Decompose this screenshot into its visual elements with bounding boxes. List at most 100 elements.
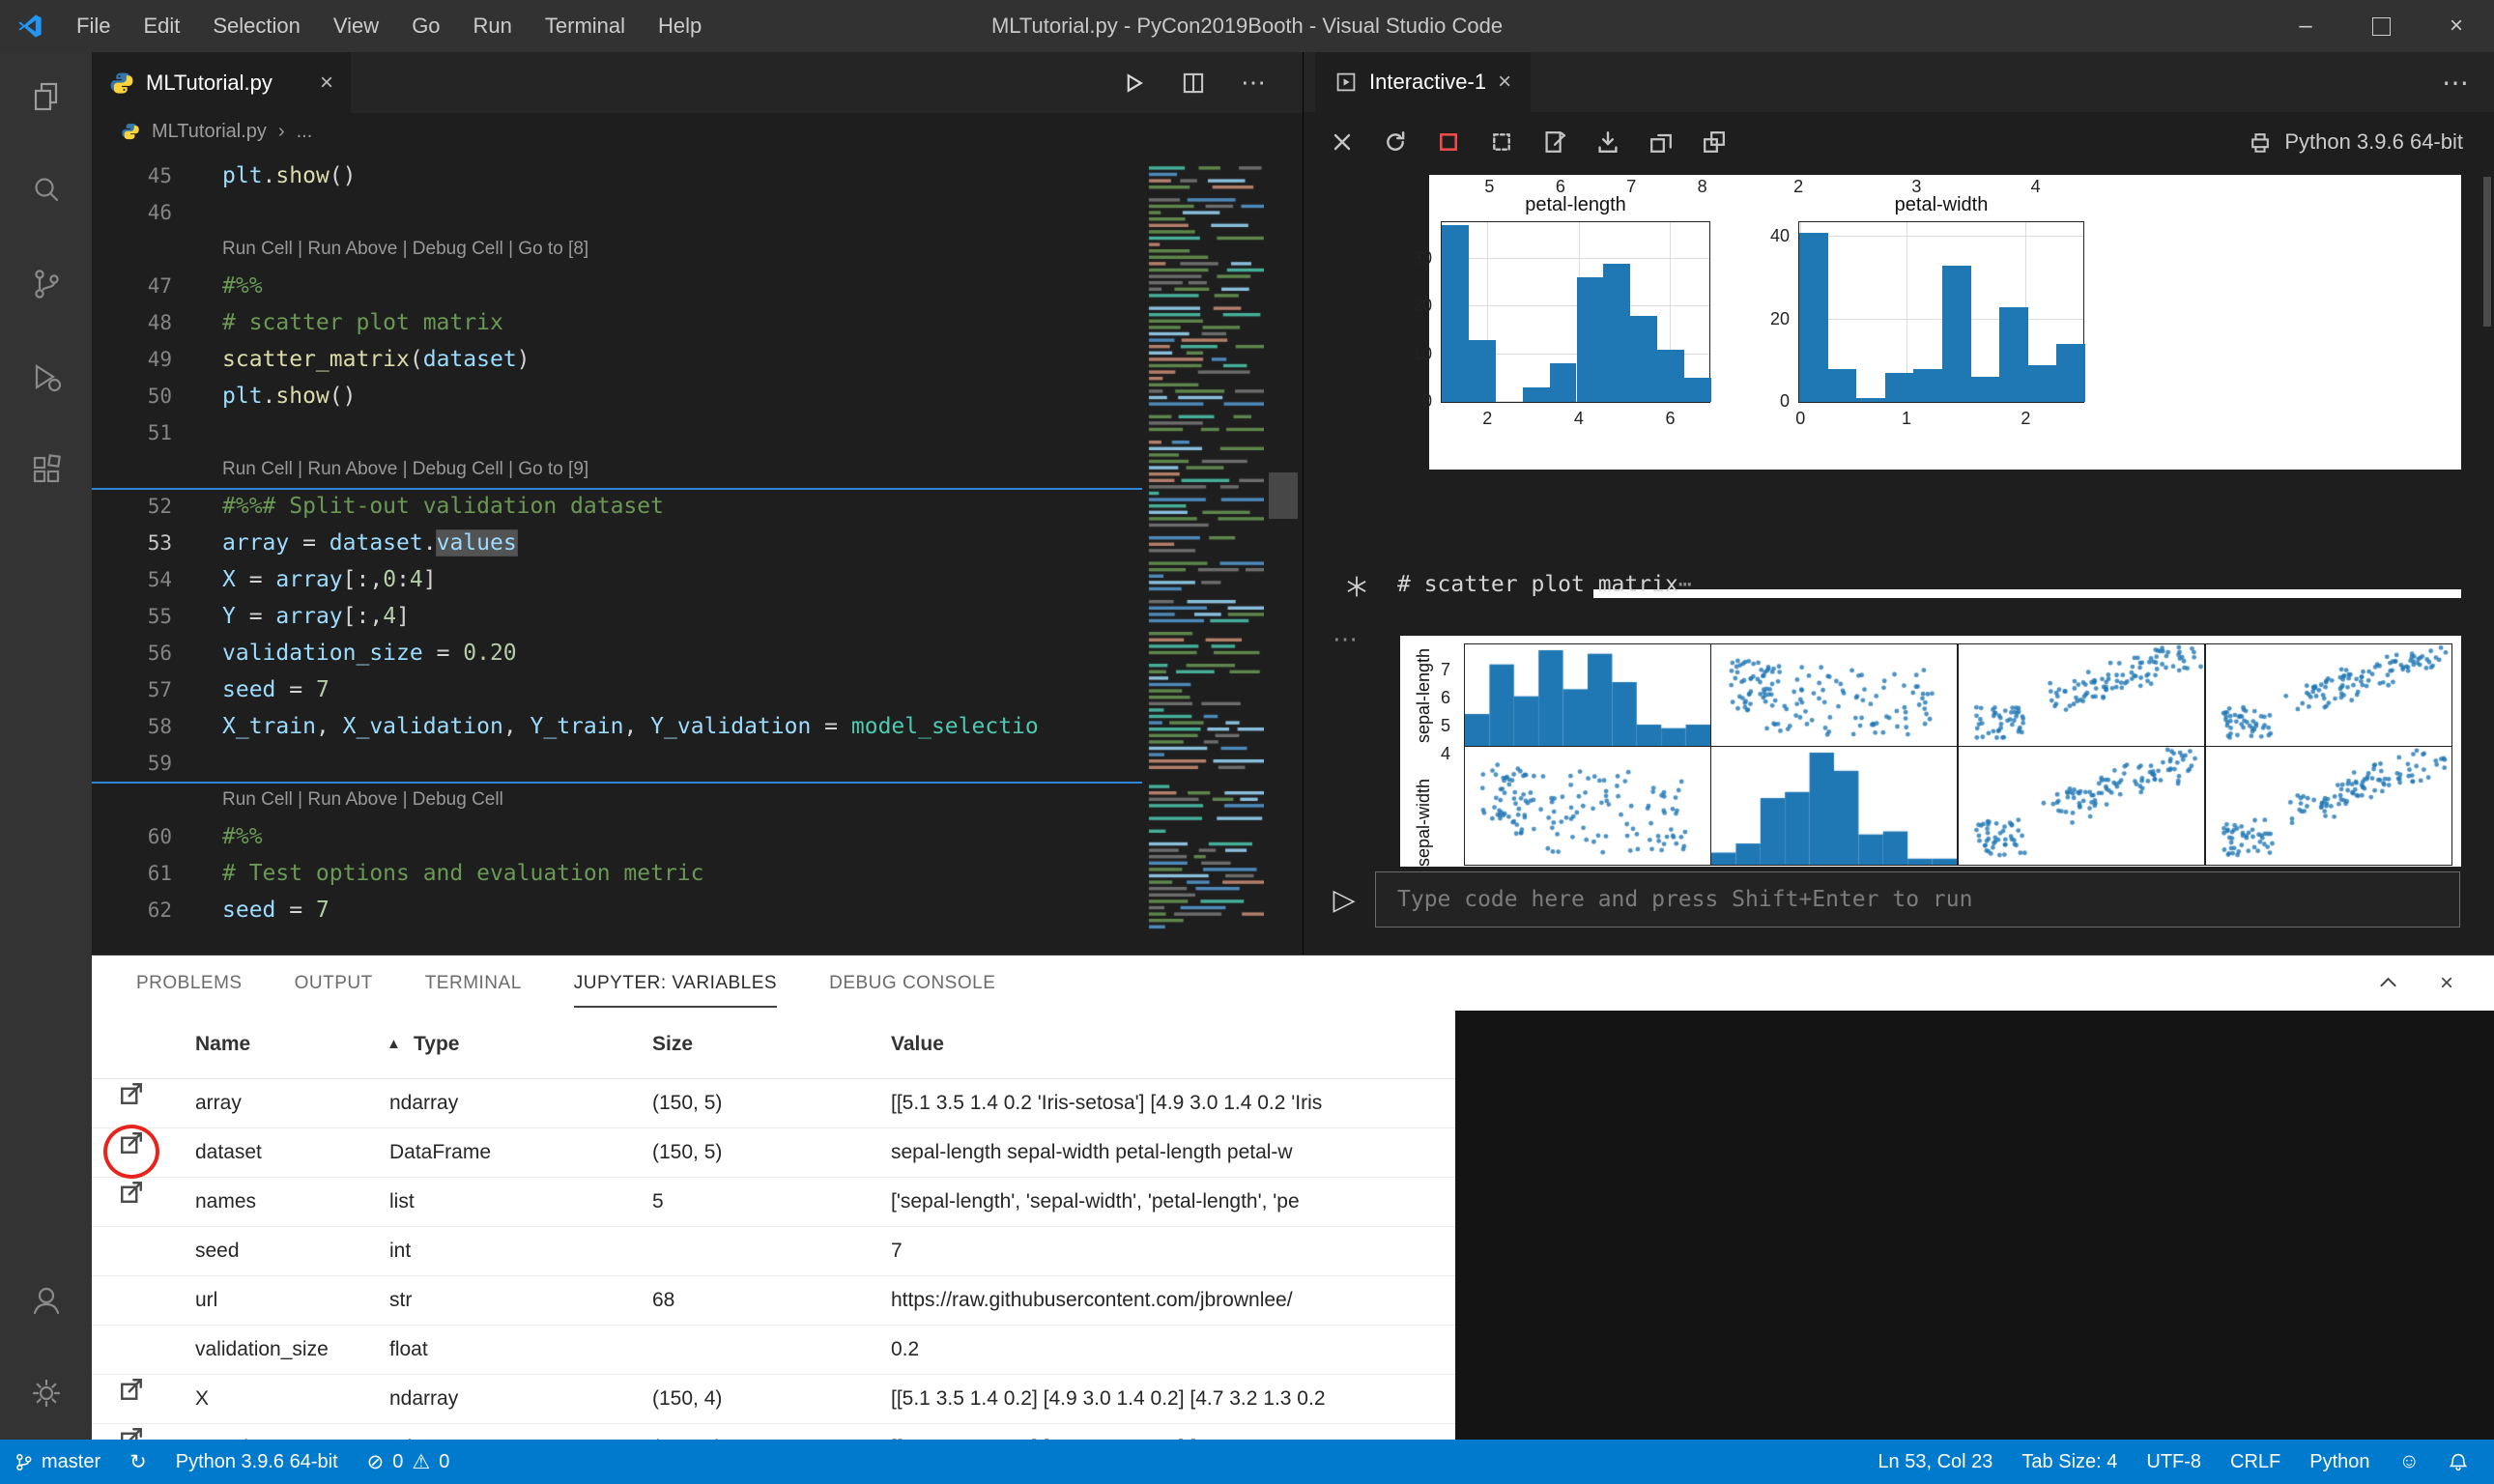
breadcrumb-more[interactable]: ... xyxy=(297,121,313,143)
source-control-icon[interactable] xyxy=(0,238,92,330)
codelens-row[interactable]: Run Cell | Run Above | Debug Cell xyxy=(92,782,1142,818)
clear-all-icon[interactable] xyxy=(1329,128,1356,156)
python-interpreter[interactable]: Python 3.9.6 64-bit xyxy=(161,1440,353,1484)
split-editor-button[interactable] xyxy=(1181,71,1206,96)
code-line-61[interactable]: 61# Test options and evaluation metric xyxy=(92,855,1142,892)
eol[interactable]: CRLF xyxy=(2216,1440,2295,1484)
column-header-name[interactable]: Name xyxy=(195,1011,250,1078)
menu-item-run[interactable]: Run xyxy=(457,14,529,39)
table-row-seed[interactable]: seedint7 xyxy=(92,1227,1455,1276)
notifications[interactable] xyxy=(2434,1440,2482,1484)
interactive-more-actions-button[interactable]: ⋯ xyxy=(2442,52,2494,112)
code-line-47[interactable]: 47#%% xyxy=(92,268,1142,304)
cell-collapsed-icon[interactable]: ⋯ xyxy=(1678,572,1692,597)
settings-gear-icon[interactable] xyxy=(0,1347,92,1440)
editor-scrollbar[interactable] xyxy=(1264,150,1303,955)
panel-tab-output[interactable]: OUTPUT xyxy=(295,958,373,1008)
menu-item-edit[interactable]: Edit xyxy=(127,14,196,39)
code-line-60[interactable]: 60#%% xyxy=(92,818,1142,855)
table-row-names[interactable]: nameslist5['sepal-length', 'sepal-width'… xyxy=(92,1178,1455,1227)
code-line-62[interactable]: 62seed = 7 xyxy=(92,892,1142,928)
outline-square-icon[interactable] xyxy=(1488,128,1515,156)
code-line-59[interactable]: 59 xyxy=(92,745,1142,782)
code-line-58[interactable]: 58X_train, X_validation, Y_train, Y_vali… xyxy=(92,708,1142,745)
run-debug-icon[interactable] xyxy=(0,330,92,423)
search-icon[interactable] xyxy=(0,145,92,238)
open-variable-icon[interactable] xyxy=(117,1178,146,1207)
problems-status[interactable]: ⊘0⚠0 xyxy=(353,1440,465,1484)
menu-item-terminal[interactable]: Terminal xyxy=(529,14,642,39)
language-mode[interactable]: Python xyxy=(2295,1440,2384,1484)
explorer-icon[interactable] xyxy=(0,52,92,145)
branch-status[interactable]: master xyxy=(0,1440,115,1484)
code-line-56[interactable]: 56validation_size = 0.20 xyxy=(92,635,1142,671)
code-line-57[interactable]: 57seed = 7 xyxy=(92,671,1142,708)
sort-arrow-icon[interactable]: ▲ xyxy=(387,1011,401,1078)
table-row-X_train[interactable]: X_trainndarray(120, 4)[[6.3 2.8 4.0 1.0]… xyxy=(92,1424,1455,1440)
table-row-X[interactable]: Xndarray(150, 4)[[5.1 3.5 1.4 0.2] [4.9 … xyxy=(92,1375,1455,1424)
code-line-46[interactable]: 46 xyxy=(92,194,1142,231)
cursor-position[interactable]: Ln 53, Col 23 xyxy=(1863,1440,2007,1484)
sync-status[interactable]: ↻ xyxy=(115,1440,161,1484)
tab-mltutorial-py[interactable]: MLTutorial.py × xyxy=(92,52,351,113)
maximize-button[interactable] xyxy=(2343,0,2419,52)
code-line-45[interactable]: 45plt.show() xyxy=(92,157,1142,194)
close-window-button[interactable]: × xyxy=(2419,0,2494,52)
panel-tab-debug-console[interactable]: DEBUG CONSOLE xyxy=(829,958,995,1008)
run-cell-button[interactable] xyxy=(1121,71,1146,96)
panel-tab-problems[interactable]: PROBLEMS xyxy=(136,958,243,1008)
breadcrumb-file[interactable]: MLTutorial.py xyxy=(152,121,267,143)
codelens-actions[interactable]: Run Cell | Run Above | Debug Cell xyxy=(222,789,503,811)
restart-kernel-icon[interactable] xyxy=(1382,128,1409,156)
column-header-type[interactable]: Type xyxy=(414,1011,459,1078)
menu-item-file[interactable]: File xyxy=(60,14,127,39)
codelens-row[interactable]: Run Cell | Run Above | Debug Cell | Go t… xyxy=(92,451,1142,488)
interactive-tab-close-icon[interactable]: × xyxy=(1498,69,1511,96)
panel-maximize-icon[interactable] xyxy=(2376,972,2399,995)
code-line-52[interactable]: 52#%%# Split-out validation dataset xyxy=(92,488,1142,525)
code-line-51[interactable]: 51 xyxy=(92,414,1142,451)
codelens-actions[interactable]: Run Cell | Run Above | Debug Cell | Go t… xyxy=(222,459,588,480)
menu-item-help[interactable]: Help xyxy=(642,14,718,39)
code-line-53[interactable]: 53array = dataset.values xyxy=(92,525,1142,561)
indentation[interactable]: Tab Size: 4 xyxy=(2007,1440,2132,1484)
feedback[interactable]: ☺ xyxy=(2385,1440,2434,1484)
tab-close-icon[interactable]: × xyxy=(320,70,333,97)
open-variable-icon[interactable] xyxy=(117,1079,146,1108)
kernel-status[interactable]: Python 3.9.6 64-bit xyxy=(2248,129,2494,155)
interrupt-kernel-icon[interactable] xyxy=(1435,128,1462,156)
expand-cells-icon[interactable] xyxy=(1648,128,1675,156)
code-editor[interactable]: 45plt.show()46 Run Cell | Run Above | Deb… xyxy=(92,150,1142,955)
menu-item-go[interactable]: Go xyxy=(395,14,456,39)
panel-close-icon[interactable]: × xyxy=(2440,970,2453,997)
open-variable-icon[interactable] xyxy=(117,1375,146,1404)
collapse-cells-icon[interactable] xyxy=(1701,128,1728,156)
cell-source-code[interactable]: # scatter plot matrix⋯ xyxy=(1397,572,1692,597)
table-row-array[interactable]: arrayndarray(150, 5)[[5.1 3.5 1.4 0.2 'I… xyxy=(92,1079,1455,1128)
minimap[interactable] xyxy=(1142,150,1264,955)
minimize-button[interactable]: – xyxy=(2268,0,2343,52)
code-line-50[interactable]: 50plt.show() xyxy=(92,378,1142,414)
breadcrumb[interactable]: MLTutorial.py › ... xyxy=(92,113,1303,150)
open-variable-icon[interactable] xyxy=(117,1424,146,1440)
encoding[interactable]: UTF-8 xyxy=(2132,1440,2216,1484)
code-line-48[interactable]: 48# scatter plot matrix xyxy=(92,304,1142,341)
code-line-55[interactable]: 55Y = array[:,4] xyxy=(92,598,1142,635)
column-header-value[interactable]: Value xyxy=(891,1011,944,1078)
menu-item-selection[interactable]: Selection xyxy=(196,14,317,39)
table-row-url[interactable]: urlstr68https://raw.githubusercontent.co… xyxy=(92,1276,1455,1326)
tab-interactive-1[interactable]: Interactive-1 × xyxy=(1315,52,1531,112)
code-line-54[interactable]: 54X = array[:,0:4] xyxy=(92,561,1142,598)
extensions-icon[interactable] xyxy=(0,423,92,516)
editor-more-actions-button[interactable]: ⋯ xyxy=(1241,68,1266,98)
panel-tab-jupyter-variables[interactable]: JUPYTER: VARIABLES xyxy=(574,958,777,1008)
table-row-dataset[interactable]: datasetDataFrame(150, 5)sepal-length sep… xyxy=(92,1128,1455,1178)
account-icon[interactable] xyxy=(0,1254,92,1347)
export-script-icon[interactable] xyxy=(1594,128,1621,156)
column-header-size[interactable]: Size xyxy=(652,1011,693,1078)
menu-item-view[interactable]: View xyxy=(317,14,395,39)
panel-tab-terminal[interactable]: TERMINAL xyxy=(425,958,522,1008)
code-line-49[interactable]: 49scatter_matrix(dataset) xyxy=(92,341,1142,378)
export-notebook-icon[interactable] xyxy=(1541,128,1568,156)
goto-code-icon[interactable] xyxy=(1344,574,1369,599)
